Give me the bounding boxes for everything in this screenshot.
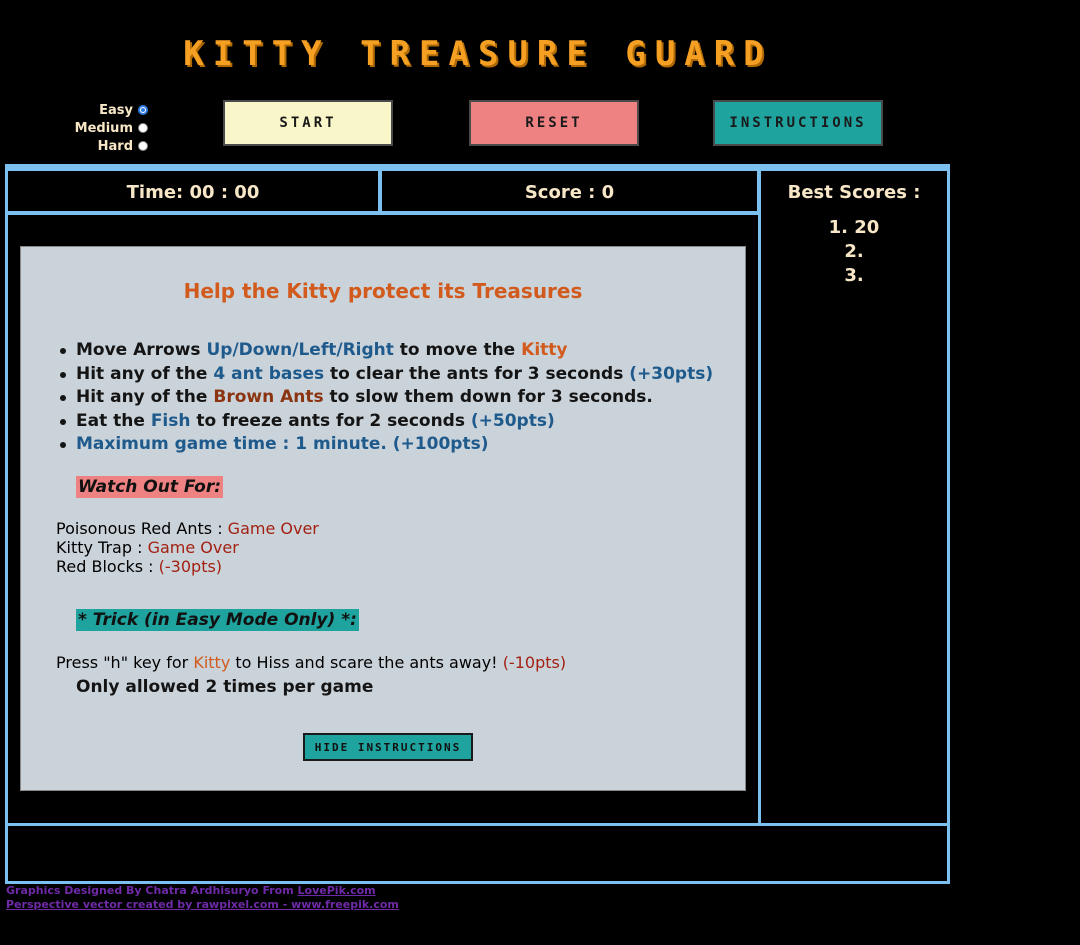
difficulty-medium-radio[interactable] [138, 123, 148, 133]
best-scores-title: Best Scores : [787, 182, 921, 203]
difficulty-easy[interactable]: Easy [60, 101, 148, 119]
time-panel: Time: 00 : 00 [5, 168, 381, 214]
reset-button[interactable]: RESET [469, 100, 639, 146]
rule-item-text: Hit any of the [76, 387, 214, 407]
rule-item-text: to slow them down for 3 seconds. [323, 387, 653, 407]
rule-item-text: Move Arrows [76, 340, 207, 360]
rule-item-text: Brown Ants [213, 387, 324, 407]
danger-item-text: Game Over [147, 538, 239, 557]
instructions-heading: Help the Kitty protect its Treasures [183, 279, 583, 303]
danger-item-text: Poisonous Red Ants : [56, 519, 228, 538]
game-title: KITTY TREASURE GUARD [183, 34, 773, 74]
best-scores-list: 1. 20 2. 3. [761, 216, 947, 288]
trick-item-text: to Hiss and scare the ants away! [230, 653, 503, 672]
best-score-entry: 2. [844, 241, 864, 262]
credit-line-1-text: Graphics Designed By Chatra Ardhisuryo F… [6, 884, 298, 897]
difficulty-easy-label: Easy [99, 102, 133, 118]
footer-panel [5, 823, 950, 884]
rule-item-text: Eat the [76, 410, 151, 431]
start-button[interactable]: START [223, 100, 393, 146]
rule-item-text: Fish [150, 410, 191, 431]
difficulty-hard-radio[interactable] [138, 141, 148, 151]
best-scores-panel: Best Scores : 1. 20 2. 3. [758, 168, 950, 826]
rule-item-text: to clear the ants for 3 seconds [324, 363, 630, 384]
rule-item-text: Kitty [521, 340, 568, 360]
lovepik-link[interactable]: LovePik.com [298, 884, 376, 897]
difficulty-selector: Easy Medium Hard [60, 101, 148, 155]
danger-item-text: Red Blocks : [56, 557, 159, 576]
danger-item-text: (-30pts) [158, 557, 223, 576]
rule-item-text: to move the [393, 340, 522, 360]
difficulty-hard[interactable]: Hard [60, 137, 148, 155]
watch-out-heading: Watch Out For: [76, 476, 224, 498]
rule-item-text: 4 ant bases [213, 363, 325, 384]
rule-item: Maximum game time : 1 minute. (+100pts) [56, 433, 713, 457]
rule-item-text: (+50pts) [470, 410, 555, 431]
danger-item-text: Game Over [227, 519, 319, 538]
instructions-panel: Help the Kitty protect its Treasures Mov… [20, 246, 746, 791]
credit-line-2: Perspective vector created by rawpixel.c… [6, 898, 399, 912]
trick-heading: * Trick (in Easy Mode Only) *: [76, 609, 359, 631]
trick-item-text: Press "h" key for [56, 653, 194, 672]
danger-item: Kitty Trap : Game Over [56, 538, 319, 557]
rule-item-text: (+30pts) [629, 363, 714, 384]
rule-item: Move Arrows Up/Down/Left/Right to move t… [56, 339, 713, 363]
rule-item-text: Maximum game time : 1 minute. (+100pts) [76, 434, 489, 454]
hide-instructions-button[interactable]: HIDE INSTRUCTIONS [303, 733, 473, 761]
trick-item-text: (-10pts) [502, 653, 567, 672]
credit-line-1: Graphics Designed By Chatra Ardhisuryo F… [6, 884, 399, 898]
rule-item: Hit any of the 4 ant bases to clear the … [56, 363, 713, 387]
score-display: Score : 0 [524, 182, 615, 203]
difficulty-hard-label: Hard [97, 138, 133, 154]
dangers-list: Poisonous Red Ants : Game Over Kitty Trap… [56, 519, 319, 576]
time-display: Time: 00 : 00 [126, 182, 260, 203]
trick-item-text: Kitty [193, 653, 231, 672]
rule-item: Eat the Fish to freeze ants for 2 second… [56, 410, 713, 434]
freepik-link[interactable]: Perspective vector created by rawpixel.c… [6, 898, 399, 911]
difficulty-medium-label: Medium [74, 120, 133, 136]
trick-list: Press "h" key for Kitty to Hiss and scar… [56, 653, 566, 672]
trick-item: Press "h" key for Kitty to Hiss and scar… [56, 653, 566, 672]
score-panel: Score : 0 [379, 168, 760, 214]
difficulty-easy-radio[interactable] [138, 105, 148, 115]
credits: Graphics Designed By Chatra Ardhisuryo F… [6, 884, 399, 912]
instructions-button[interactable]: INSTRUCTIONS [713, 100, 883, 146]
rule-item-text: to freeze ants for 2 seconds [190, 410, 471, 431]
best-score-entry: 1. 20 [828, 217, 880, 238]
danger-item: Red Blocks : (-30pts) [56, 557, 319, 576]
difficulty-medium[interactable]: Medium [60, 119, 148, 137]
game-page: KITTY TREASURE GUARD Easy Medium Hard ST… [0, 0, 1080, 945]
rules-list: Move Arrows Up/Down/Left/Right to move t… [56, 339, 713, 457]
rule-item: Hit any of the Brown Ants to slow them d… [56, 386, 713, 410]
danger-item-text: Kitty Trap : [56, 538, 148, 557]
rule-item-text: Up/Down/Left/Right [206, 340, 394, 360]
trick-note: Only allowed 2 times per game [76, 677, 374, 697]
best-score-entry: 3. [844, 265, 864, 286]
danger-item: Poisonous Red Ants : Game Over [56, 519, 319, 538]
rule-item-text: Hit any of the [76, 363, 214, 384]
